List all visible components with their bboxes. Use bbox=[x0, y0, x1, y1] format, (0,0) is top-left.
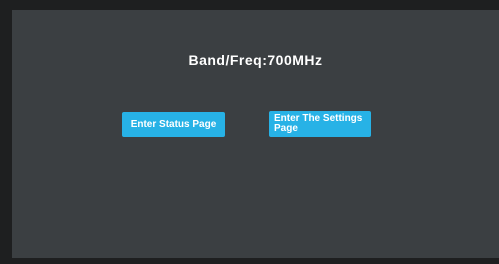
band-frequency-label: Band/Freq:700MHz bbox=[188, 52, 323, 68]
enter-settings-page-label: Enter The Settings Page bbox=[274, 113, 363, 134]
main-panel: Band/Freq:700MHz Enter Status Page Enter… bbox=[12, 10, 499, 258]
enter-status-page-button[interactable]: Enter Status Page bbox=[122, 112, 225, 137]
device-screen: Band/Freq:700MHz Enter Status Page Enter… bbox=[0, 0, 499, 264]
enter-settings-page-button[interactable]: Enter The Settings Page bbox=[269, 111, 371, 137]
